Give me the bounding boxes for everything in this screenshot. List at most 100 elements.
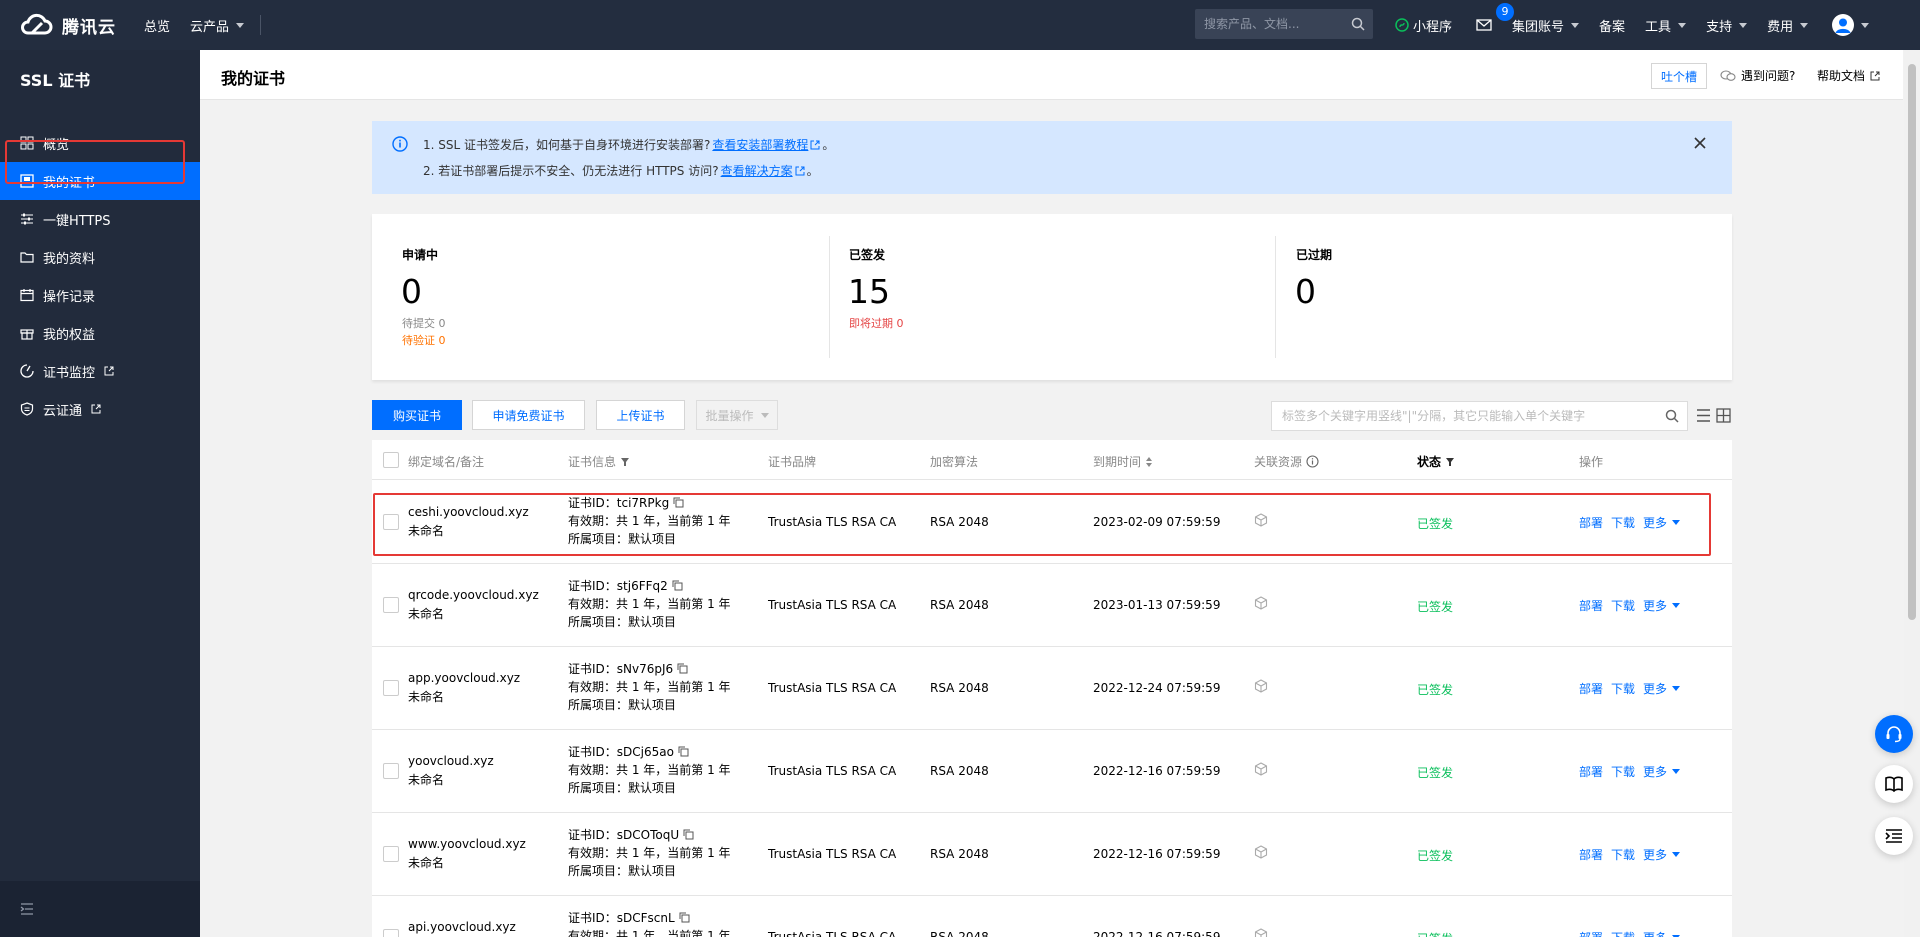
outline-menu-button[interactable] bbox=[1875, 817, 1913, 855]
page-scrollbar[interactable] bbox=[1904, 50, 1920, 937]
support-label: 支持 bbox=[1706, 19, 1733, 35]
group-account-menu[interactable]: 集团账号 bbox=[1512, 16, 1580, 35]
stat-pending-verify[interactable]: 待验证 0 bbox=[402, 332, 446, 348]
resource-cube-icon[interactable] bbox=[1254, 762, 1268, 776]
list-view-icon[interactable] bbox=[1696, 408, 1711, 423]
domain-link[interactable]: app.yoovcloud.xyz bbox=[408, 671, 520, 685]
stat-expired[interactable]: 已过期 0 bbox=[1266, 214, 1732, 380]
cert-id: 证书ID：sNv76pJ6 bbox=[568, 660, 688, 677]
nav-products[interactable]: 云产品 bbox=[190, 16, 245, 35]
download-button[interactable]: 下载 bbox=[1611, 846, 1635, 863]
scrollbar-thumb[interactable] bbox=[1908, 64, 1916, 620]
apply-free-certificate-button[interactable]: 申请免费证书 bbox=[472, 400, 585, 430]
deploy-button[interactable]: 部署 bbox=[1579, 846, 1603, 863]
docs-book-button[interactable] bbox=[1875, 765, 1913, 803]
mail-button[interactable] bbox=[1476, 19, 1492, 31]
download-button[interactable]: 下载 bbox=[1611, 680, 1635, 697]
download-button[interactable]: 下载 bbox=[1611, 597, 1635, 614]
global-search[interactable] bbox=[1195, 9, 1373, 39]
batch-operation-dropdown[interactable]: 批量操作 bbox=[696, 400, 778, 430]
deploy-button[interactable]: 部署 bbox=[1579, 597, 1603, 614]
sort-icon[interactable] bbox=[1145, 456, 1153, 467]
header-cert-info[interactable]: 证书信息 bbox=[568, 453, 630, 470]
certificate-search[interactable] bbox=[1271, 401, 1688, 431]
row-checkbox[interactable] bbox=[383, 846, 399, 862]
row-checkbox[interactable] bbox=[383, 680, 399, 696]
deploy-button[interactable]: 部署 bbox=[1579, 763, 1603, 780]
solution-link[interactable]: 查看解决方案 bbox=[721, 162, 793, 179]
certificate-search-input[interactable] bbox=[1272, 402, 1652, 430]
row-highlight-box bbox=[373, 493, 1711, 556]
close-icon[interactable] bbox=[1694, 137, 1706, 149]
row-checkbox[interactable] bbox=[383, 929, 399, 937]
stat-applying[interactable]: 申请中 0 待提交 0 待验证 0 bbox=[372, 214, 825, 380]
resource-cube-icon[interactable] bbox=[1254, 845, 1268, 859]
filter-icon[interactable] bbox=[1445, 457, 1455, 467]
tools-label: 工具 bbox=[1645, 19, 1672, 35]
search-icon[interactable] bbox=[1351, 17, 1365, 31]
sidebar-item-my-benefits[interactable]: 我的权益 bbox=[0, 314, 200, 352]
domain-link[interactable]: www.yoovcloud.xyz bbox=[408, 837, 526, 851]
customer-service-button[interactable] bbox=[1875, 715, 1913, 753]
info-icon[interactable] bbox=[1306, 455, 1319, 468]
header-status[interactable]: 状态 bbox=[1417, 453, 1455, 470]
download-button[interactable]: 下载 bbox=[1611, 763, 1635, 780]
sidebar-item-one-click-https[interactable]: 一键HTTPS bbox=[0, 200, 200, 238]
filter-icon[interactable] bbox=[620, 457, 630, 467]
upload-certificate-button[interactable]: 上传证书 bbox=[596, 400, 685, 430]
buy-certificate-button[interactable]: 购买证书 bbox=[372, 400, 462, 430]
feedback-button[interactable]: 吐个槽 bbox=[1651, 63, 1707, 89]
nav-overview[interactable]: 总览 bbox=[144, 16, 170, 35]
header-expire-time[interactable]: 到期时间 bbox=[1093, 453, 1153, 470]
beian-link[interactable]: 备案 bbox=[1599, 16, 1625, 35]
billing-menu[interactable]: 费用 bbox=[1767, 16, 1809, 35]
cert-algorithm: RSA 2048 bbox=[930, 847, 989, 861]
batch-operation-label: 批量操作 bbox=[705, 408, 754, 423]
more-actions-dropdown[interactable]: 更多 bbox=[1643, 680, 1681, 697]
help-question-link[interactable]: 遇到问题? bbox=[1720, 67, 1795, 84]
tools-menu[interactable]: 工具 bbox=[1645, 16, 1687, 35]
deploy-button[interactable]: 部署 bbox=[1579, 929, 1603, 937]
stat-pending-submit[interactable]: 待提交 0 bbox=[402, 315, 446, 331]
sidebar-item-cloud-cert[interactable]: 云证通 bbox=[0, 390, 200, 428]
row-actions: 部署 下载 更多 bbox=[1579, 929, 1681, 937]
sidebar-item-operation-log[interactable]: 操作记录 bbox=[0, 276, 200, 314]
copy-icon[interactable] bbox=[678, 746, 689, 757]
row-checkbox[interactable] bbox=[383, 763, 399, 779]
more-actions-dropdown[interactable]: 更多 bbox=[1643, 846, 1681, 863]
resource-cube-icon[interactable] bbox=[1254, 596, 1268, 610]
notice-line-1: 1. SSL 证书签发后，如何基于自身环境进行安装部署? 查看安装部署教程 。 bbox=[423, 136, 834, 153]
user-avatar-menu[interactable] bbox=[1832, 14, 1870, 36]
domain-link[interactable]: yoovcloud.xyz bbox=[408, 754, 494, 768]
deploy-button[interactable]: 部署 bbox=[1579, 680, 1603, 697]
search-icon[interactable] bbox=[1665, 409, 1679, 423]
copy-icon[interactable] bbox=[672, 580, 683, 591]
stat-issued[interactable]: 已签发 15 即将过期 0 bbox=[819, 214, 1266, 380]
resource-cube-icon[interactable] bbox=[1254, 679, 1268, 693]
external-link-icon bbox=[795, 166, 805, 175]
stat-expiring-soon[interactable]: 即将过期 0 bbox=[849, 315, 904, 331]
copy-icon[interactable] bbox=[679, 912, 690, 923]
global-search-input[interactable] bbox=[1195, 9, 1345, 39]
grid-view-icon[interactable] bbox=[1716, 408, 1731, 423]
row-checkbox[interactable] bbox=[383, 597, 399, 613]
sidebar-item-my-info[interactable]: 我的资料 bbox=[0, 238, 200, 276]
more-actions-dropdown[interactable]: 更多 bbox=[1643, 597, 1681, 614]
collapse-menu-icon[interactable] bbox=[20, 903, 34, 915]
domain-link[interactable]: api.yoovcloud.xyz bbox=[408, 920, 516, 934]
deploy-tutorial-link[interactable]: 查看安装部署教程 bbox=[712, 136, 808, 153]
tencent-cloud-logo[interactable]: 腾讯云 bbox=[18, 12, 116, 38]
select-all-checkbox[interactable] bbox=[383, 452, 399, 468]
domain-link[interactable]: qrcode.yoovcloud.xyz bbox=[408, 588, 539, 602]
copy-icon[interactable] bbox=[683, 829, 694, 840]
copy-icon[interactable] bbox=[677, 663, 688, 674]
download-button[interactable]: 下载 bbox=[1611, 929, 1635, 937]
mini-program-link[interactable]: 小程序 bbox=[1395, 16, 1452, 35]
sidebar-item-cert-monitor[interactable]: 证书监控 bbox=[0, 352, 200, 390]
resource-cube-icon[interactable] bbox=[1254, 928, 1268, 937]
more-actions-dropdown[interactable]: 更多 bbox=[1643, 929, 1681, 937]
divider bbox=[260, 15, 262, 35]
help-docs-link[interactable]: 帮助文档 bbox=[1817, 67, 1880, 84]
more-actions-dropdown[interactable]: 更多 bbox=[1643, 763, 1681, 780]
support-menu[interactable]: 支持 bbox=[1706, 16, 1748, 35]
